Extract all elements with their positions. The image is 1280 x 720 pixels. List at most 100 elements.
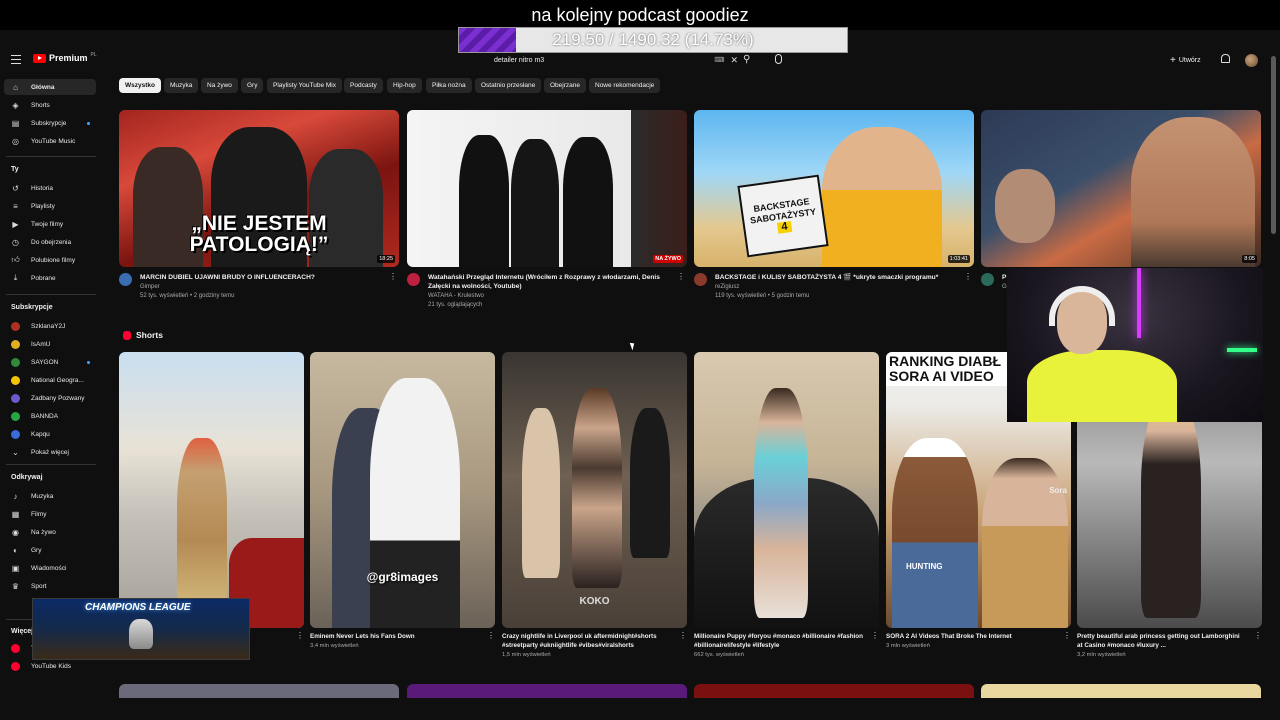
sidebar-item[interactable]: ⌂ Główna: [4, 79, 96, 95]
microphone-icon[interactable]: [775, 54, 782, 64]
video-details[interactable]: Watahański Przegląd Internetu (Wróciłem …: [407, 272, 687, 314]
video-title[interactable]: MARCIN DUBIEL UJAWNI BRUDY O INFLUENCERA…: [140, 273, 390, 282]
short-details[interactable]: Pretty beautiful arab princess getting o…: [1077, 632, 1262, 659]
short-details[interactable]: Eminem Never Lets his Fans Down 3,4 mln w…: [310, 632, 495, 650]
sidebar-item[interactable]: 👍︎ Polubione filmy: [4, 252, 96, 268]
video-title[interactable]: BACKSTAGE i KULISY SABOTAŻYSTA 4 🎬 *ukry…: [715, 273, 965, 282]
sidebar-item[interactable]: ⤓ Pobrane: [4, 270, 96, 286]
more-options-icon[interactable]: ⋮: [1254, 632, 1262, 640]
more-options-icon[interactable]: ⋮: [964, 273, 972, 281]
sidebar-item[interactable]: ◈ Shorts: [4, 97, 96, 113]
sidebar-item[interactable]: ◎ YouTube Music: [4, 133, 96, 149]
sidebar-item[interactable]: ♪ Muzyka: [4, 488, 96, 504]
video-thumbnail[interactable]: [694, 684, 974, 698]
chip-4[interactable]: Playlisty YouTube Mix: [267, 78, 342, 93]
channel-name[interactable]: G: [1002, 284, 1007, 290]
channel-avatar[interactable]: [407, 273, 420, 286]
video-thumbnail[interactable]: 8:05: [981, 110, 1261, 267]
sidebar-item[interactable]: ▣ Wiadomości: [4, 560, 96, 576]
short-title[interactable]: SORA 2 AI Videos That Broke The Internet: [886, 632, 1056, 641]
sidebar-item[interactable]: ↺ Historia: [4, 180, 96, 196]
notifications-bell-icon[interactable]: [1221, 54, 1230, 63]
short-thumbnail[interactable]: [119, 352, 304, 628]
chip-7[interactable]: Piłka nożna: [426, 78, 472, 93]
search-input[interactable]: detailer nitro m3 ⌨ ✕: [494, 53, 738, 67]
short-thumbnail[interactable]: [694, 352, 879, 628]
youtube-logo-icon: [33, 53, 46, 63]
channel-avatar[interactable]: [694, 273, 707, 286]
chip-0[interactable]: Wszystko: [119, 78, 161, 93]
champions-league-overlay: CHAMPIONS LEAGUE: [32, 598, 250, 660]
chip-2[interactable]: Na żywo: [201, 78, 238, 93]
channel-name[interactable]: reZigiusz: [715, 284, 739, 290]
more-options-icon[interactable]: ⋮: [1063, 632, 1071, 640]
subscriptions-icon: ▤: [11, 118, 20, 128]
sidebar-item[interactable]: IsAmU: [4, 336, 96, 352]
more-options-icon[interactable]: ⋮: [871, 632, 879, 640]
short-thumbnail[interactable]: KOKO: [502, 352, 687, 628]
video-thumbnail[interactable]: NA ŻYWO: [407, 110, 687, 267]
channel-avatar: [11, 429, 20, 439]
short-title[interactable]: Millionaire Puppy #foryou #monaco #billi…: [694, 632, 864, 650]
chip-5[interactable]: Podcasty: [344, 78, 383, 93]
video-thumbnail[interactable]: [981, 684, 1261, 698]
short-details[interactable]: Crazy nightlife in Liverpool uk aftermid…: [502, 632, 687, 659]
video-details[interactable]: MARCIN DUBIEL UJAWNI BRUDY O INFLUENCERA…: [119, 272, 399, 314]
sidebar-item[interactable]: ▶ Twoje filmy: [4, 216, 96, 232]
sidebar-item[interactable]: ⌄ Pokaż więcej: [4, 444, 96, 460]
video-thumbnail[interactable]: BACKSTAGE SABOTAŻYSTY 4 1:03:41: [694, 110, 974, 267]
sidebar-item[interactable]: National Geogra...: [4, 372, 96, 388]
video-thumbnail[interactable]: [407, 684, 687, 698]
keyboard-icon[interactable]: ⌨: [714, 56, 724, 64]
sidebar-item[interactable]: SzklanaY2J: [4, 318, 96, 334]
short-title[interactable]: Eminem Never Lets his Fans Down: [310, 632, 480, 641]
chip-3[interactable]: Gry: [241, 78, 264, 93]
sidebar-item[interactable]: BANNDA: [4, 408, 96, 424]
create-button[interactable]: + Utwórz: [1170, 53, 1201, 67]
sidebar-item[interactable]: Zadbany Pozwany: [4, 390, 96, 406]
video-thumbnail[interactable]: [119, 684, 399, 698]
sidebar-item[interactable]: Kapqu: [4, 426, 96, 442]
video-details[interactable]: BACKSTAGE i KULISY SABOTAŻYSTA 4 🎬 *ukry…: [694, 272, 974, 314]
chip-8[interactable]: Ostatnio przesłane: [475, 78, 542, 93]
search-icon[interactable]: ⚲: [743, 54, 750, 65]
sidebar-item[interactable]: SAYGON: [4, 354, 96, 370]
short-details[interactable]: Millionaire Puppy #foryou #monaco #billi…: [694, 632, 879, 659]
sidebar-item[interactable]: ♛ Sport: [4, 578, 96, 594]
channel-name[interactable]: WATAHA - Krulestwo: [428, 293, 484, 299]
page-scrollbar[interactable]: [1271, 56, 1276, 700]
menu-icon[interactable]: [11, 55, 21, 64]
channel-avatar[interactable]: [119, 273, 132, 286]
more-options-icon[interactable]: ⋮: [296, 632, 304, 640]
sidebar-item[interactable]: ≡ Playlisty: [4, 198, 96, 214]
channel-avatar: [11, 357, 20, 367]
short-details[interactable]: SORA 2 AI Videos That Broke The Internet…: [886, 632, 1071, 650]
chip-1[interactable]: Muzyka: [164, 78, 199, 93]
sidebar-item[interactable]: ◷ Do obejrzenia: [4, 234, 96, 250]
sidebar-item[interactable]: ▦ Filmy: [4, 506, 96, 522]
channel-avatar[interactable]: [981, 273, 994, 286]
more-options-icon[interactable]: ⋮: [487, 632, 495, 640]
sidebar-section-heading[interactable]: Odkrywaj: [11, 474, 43, 481]
sidebar-item[interactable]: YouTube Kids: [4, 658, 96, 674]
chip-9[interactable]: Obejrzane: [544, 78, 586, 93]
sidebar-section-heading[interactable]: Subskrypcje: [11, 304, 53, 311]
chip-10[interactable]: Nowe rekomendacje: [589, 78, 661, 93]
clear-search-icon[interactable]: ✕: [730, 55, 738, 66]
more-options-icon[interactable]: ⋮: [389, 273, 397, 281]
channel-name[interactable]: Gimper: [140, 284, 160, 290]
video-thumbnail[interactable]: „NIE JESTEM PATOLOGIĄ!” 18:25: [119, 110, 399, 267]
short-thumbnail[interactable]: @gr8images: [310, 352, 495, 628]
short-title[interactable]: Pretty beautiful arab princess getting o…: [1077, 632, 1247, 650]
sidebar-item[interactable]: ◉ Na żywo: [4, 524, 96, 540]
chip-6[interactable]: Hip-hop: [387, 78, 422, 93]
account-avatar[interactable]: [1245, 54, 1258, 67]
sidebar-item[interactable]: ▤ Subskrypcje: [4, 115, 96, 131]
more-options-icon[interactable]: ⋮: [677, 273, 685, 281]
youtube-premium-logo[interactable]: Premium PL: [33, 52, 97, 63]
sidebar-item[interactable]: ◐ Gry: [4, 542, 96, 558]
short-title[interactable]: Crazy nightlife in Liverpool uk aftermid…: [502, 632, 672, 650]
sidebar-section-heading[interactable]: Ty: [11, 166, 19, 173]
video-title[interactable]: Watahański Przegląd Internetu (Wróciłem …: [428, 273, 678, 291]
more-options-icon[interactable]: ⋮: [679, 632, 687, 640]
